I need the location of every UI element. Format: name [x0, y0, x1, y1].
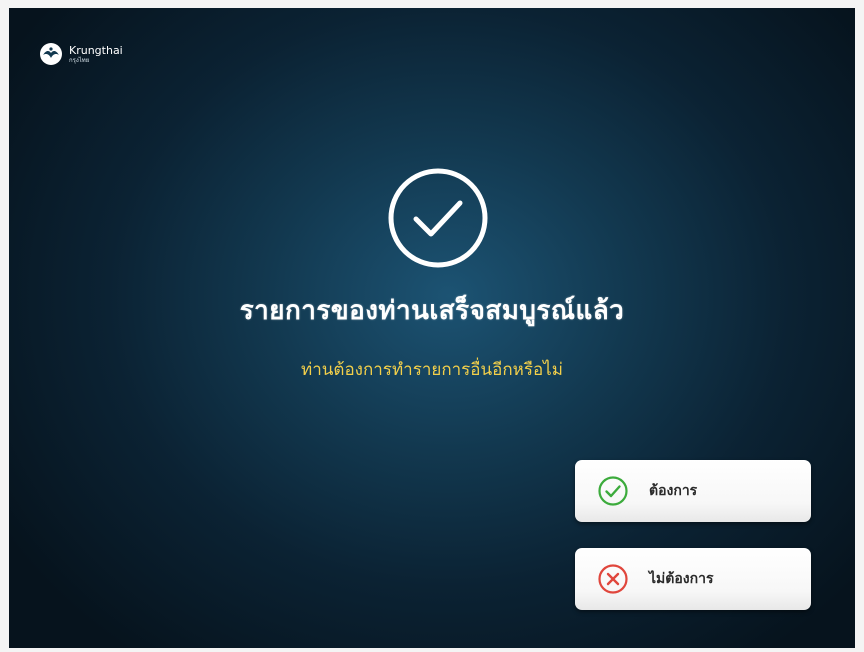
no-button[interactable]: ไม่ต้องการ [575, 548, 811, 610]
check-circle-icon [598, 476, 628, 506]
x-circle-icon [598, 564, 628, 594]
success-title: รายการของท่านเสร็จสมบูรณ์แล้ว [239, 296, 625, 326]
another-transaction-prompt: ท่านต้องการทำรายการอื่นอีกหรือไม่ [301, 360, 563, 380]
check-circle-icon [388, 168, 488, 268]
atm-frame: Krungthai กรุงไทย รายการของท่านเสร็จสมบู… [0, 0, 864, 652]
atm-screen: Krungthai กรุงไทย รายการของท่านเสร็จสมบู… [9, 8, 855, 648]
yes-button[interactable]: ต้องการ [575, 460, 811, 522]
brand-subname: กรุงไทย [69, 56, 90, 64]
bird-logo-icon [40, 43, 62, 65]
brand-name: Krungthai [69, 43, 123, 57]
krungthai-logo: Krungthai กรุงไทย [39, 42, 123, 66]
yes-button-label: ต้องการ [649, 483, 698, 499]
no-button-label: ไม่ต้องการ [649, 571, 714, 587]
